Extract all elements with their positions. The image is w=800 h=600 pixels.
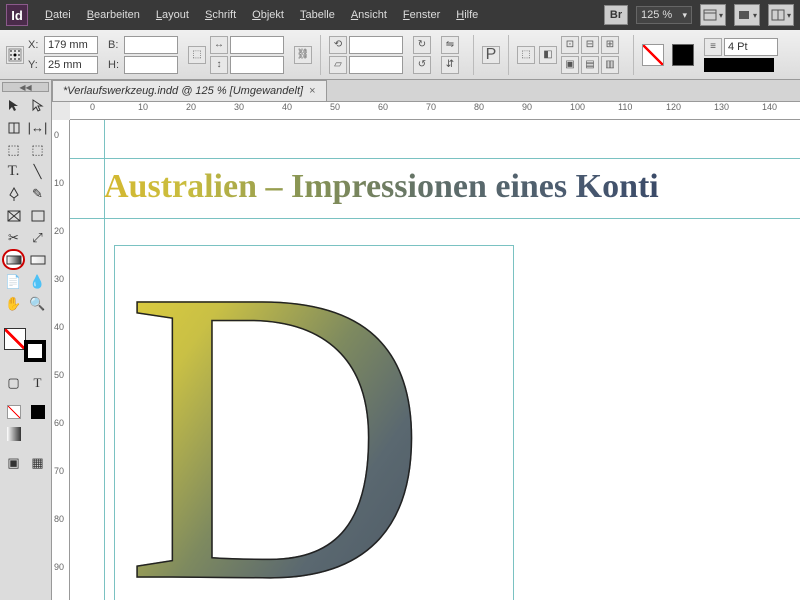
view-options-icon[interactable] (700, 4, 726, 26)
w-input[interactable] (124, 36, 178, 54)
type-tool[interactable]: T. (2, 161, 25, 182)
eyedropper-tool[interactable]: 💧 (26, 271, 49, 292)
fill-color-icon[interactable] (4, 328, 26, 350)
center-content-icon[interactable]: ⊞ (601, 36, 619, 54)
gap-tool[interactable]: |↔| (26, 117, 49, 138)
scissors-tool[interactable]: ✂ (2, 227, 25, 248)
fill-swatch[interactable] (642, 44, 664, 66)
guide-horizontal[interactable] (70, 158, 800, 159)
arrange-icon[interactable] (768, 4, 794, 26)
screen-mode-icon[interactable] (734, 4, 760, 26)
apply-container-icon[interactable]: ▢ (2, 372, 25, 393)
w-label: B: (108, 39, 122, 51)
paragraph-icon[interactable]: P (482, 46, 500, 64)
normal-view-icon[interactable]: ▣ (2, 452, 25, 473)
dropcap-letter[interactable]: D (125, 226, 428, 600)
shear-input[interactable] (349, 56, 403, 74)
h-label: H: (108, 59, 122, 71)
document-tabs: *Verlaufswerkzeug.indd @ 125 % [Umgewand… (52, 80, 800, 102)
menu-datei[interactable]: Datei (38, 5, 78, 25)
note-tool[interactable]: 📄 (2, 271, 25, 292)
text-frame[interactable]: D (114, 245, 514, 600)
x-input[interactable] (44, 36, 98, 54)
menubar: Id Datei Bearbeiten Layout Schrift Objek… (0, 0, 800, 30)
select-content-icon[interactable]: ◧ (539, 46, 557, 64)
shear-icon[interactable]: ▱ (329, 56, 347, 74)
fit-frame-icon[interactable]: ⊟ (581, 36, 599, 54)
constrain-icon[interactable]: ⬚ (188, 46, 206, 64)
document-tab[interactable]: *Verlaufswerkzeug.indd @ 125 % [Umgewand… (52, 80, 327, 101)
y-label: Y: (28, 59, 42, 71)
zoom-tool[interactable]: 🔍 (26, 293, 49, 314)
apply-none-icon[interactable] (2, 401, 25, 422)
zoom-dropdown[interactable]: 125 % (636, 6, 692, 24)
preview-view-icon[interactable]: ▦ (26, 452, 49, 473)
stroke-swatch[interactable] (672, 44, 694, 66)
rotate-ccw-icon[interactable]: ↺ (413, 56, 431, 74)
content-placer-tool[interactable]: ⬚ (26, 139, 49, 160)
free-transform-tool[interactable]: ⤢ (26, 227, 49, 248)
menu-ansicht[interactable]: Ansicht (344, 5, 394, 25)
line-tool[interactable]: ╲ (26, 161, 49, 182)
reference-point-icon[interactable] (6, 46, 24, 64)
flip-v-icon[interactable]: ⇵ (441, 56, 459, 74)
hand-tool[interactable]: ✋ (2, 293, 25, 314)
control-bar: X: Y: B: H: ⬚ ↔ ↕ ⛓ ⟲ ▱ ↻ ↺ ⇋ ⇵ P ⬚ ◧ ⊡⊟… (0, 30, 800, 80)
menu-fenster[interactable]: Fenster (396, 5, 447, 25)
pencil-tool[interactable]: ✎ (26, 183, 49, 204)
auto-fit-icon[interactable]: ▥ (601, 56, 619, 74)
menu-bearbeiten[interactable]: Bearbeiten (80, 5, 147, 25)
x-label: X: (28, 39, 42, 51)
flip-h-icon[interactable]: ⇋ (441, 36, 459, 54)
headline-text[interactable]: Australien – Impressionen eines Konti (104, 168, 659, 206)
vertical-ruler[interactable]: 0102030405060708090 (52, 120, 70, 600)
rotate-icon[interactable]: ⟲ (329, 36, 347, 54)
rotate-input[interactable] (349, 36, 403, 54)
rotate-cw-icon[interactable]: ↻ (413, 36, 431, 54)
menu-layout[interactable]: Layout (149, 5, 196, 25)
horizontal-ruler[interactable]: 0102030405060708090100110120130140150 (70, 102, 800, 120)
gradient-feather-tool[interactable] (26, 249, 49, 270)
fill-stroke-control[interactable] (2, 326, 48, 364)
apply-text-icon[interactable]: T (26, 372, 49, 393)
fit-content-icon[interactable]: ⊡ (561, 36, 579, 54)
gradient-swatch-tool[interactable] (2, 249, 25, 270)
rectangle-tool[interactable] (26, 205, 49, 226)
scale-x-input[interactable] (230, 36, 284, 54)
tab-title: *Verlaufswerkzeug.indd @ 125 % [Umgewand… (63, 85, 303, 97)
stroke-weight-icon: ≡ (704, 38, 722, 56)
menu-schrift[interactable]: Schrift (198, 5, 243, 25)
menu-hilfe[interactable]: Hilfe (449, 5, 485, 25)
scale-y-input[interactable] (230, 56, 284, 74)
select-container-icon[interactable]: ⬚ (517, 46, 535, 64)
pen-tool[interactable] (2, 183, 25, 204)
toolbox: ◀◀ |↔| ⬚ ⬚ T. ╲ ✎ ✂ ⤢ 📄 💧 ✋ 🔍 ▢ T ▣ (0, 80, 52, 600)
fit-prop-icon[interactable]: ▤ (581, 56, 599, 74)
stroke-style-dropdown[interactable] (704, 58, 774, 72)
close-icon[interactable]: × (309, 85, 315, 97)
rectangle-frame-tool[interactable] (2, 205, 25, 226)
y-input[interactable] (44, 56, 98, 74)
h-input[interactable] (124, 56, 178, 74)
scale-x-icon[interactable]: ↔ (210, 36, 228, 54)
fill-frame-icon[interactable]: ▣ (561, 56, 579, 74)
selection-tool[interactable] (2, 95, 25, 116)
canvas[interactable]: Australien – Impressionen eines Konti D (70, 120, 800, 600)
scale-y-icon[interactable]: ↕ (210, 56, 228, 74)
page-tool[interactable] (2, 117, 25, 138)
menu-objekt[interactable]: Objekt (245, 5, 291, 25)
apply-color-icon[interactable] (26, 401, 49, 422)
link-icon[interactable]: ⛓ (294, 46, 312, 64)
bridge-button[interactable]: Br (604, 5, 628, 25)
menu-tabelle[interactable]: Tabelle (293, 5, 342, 25)
app-logo: Id (6, 4, 28, 26)
stroke-color-icon[interactable] (24, 340, 46, 362)
content-collector-tool[interactable]: ⬚ (2, 139, 25, 160)
direct-selection-tool[interactable] (26, 95, 49, 116)
toolbox-collapse[interactable]: ◀◀ (2, 82, 49, 92)
stroke-weight-input[interactable] (724, 38, 778, 56)
apply-gradient-icon[interactable] (2, 423, 25, 444)
